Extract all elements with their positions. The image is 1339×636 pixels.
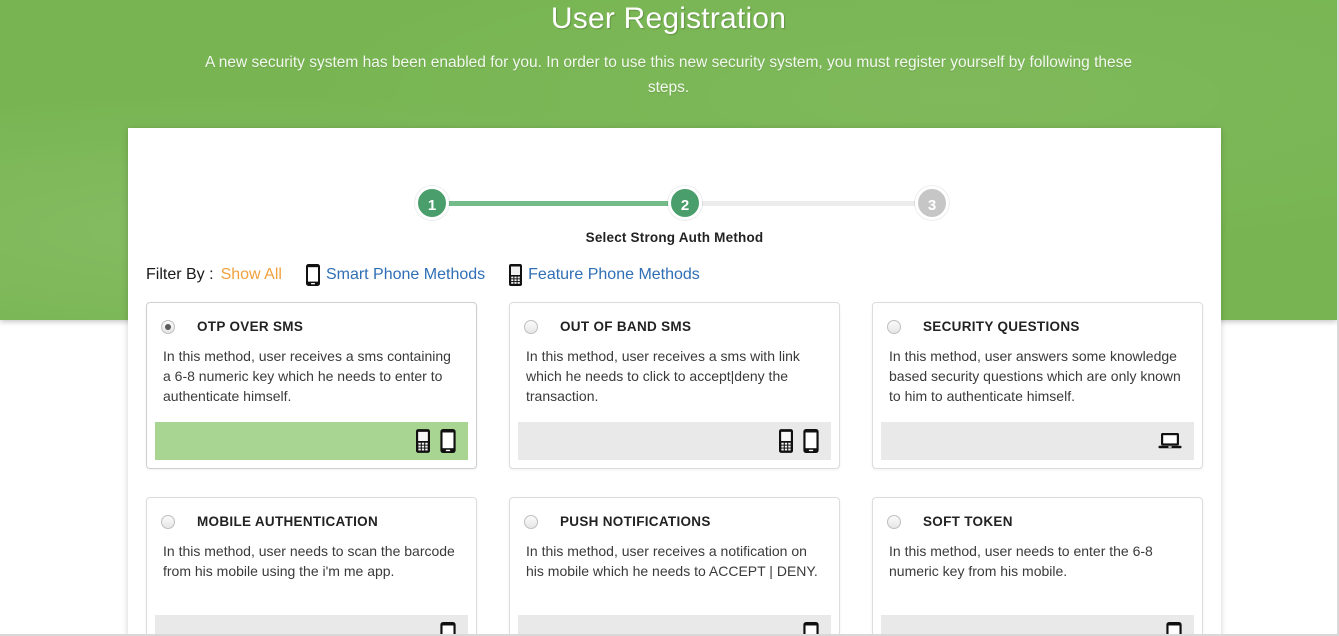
card-device-footer — [881, 422, 1194, 460]
card-header: OUT OF BAND SMS — [510, 303, 839, 336]
filter-feature-phone-label: Feature Phone Methods — [528, 266, 700, 283]
feature-phone-icon — [509, 264, 523, 286]
auth-method-card[interactable]: MOBILE AUTHENTICATION In this method, us… — [146, 497, 477, 634]
smartphone-icon — [803, 622, 819, 634]
auth-method-description: In this method, user receives a sms with… — [526, 348, 800, 404]
auth-method-description: In this method, user receives a sms cont… — [163, 348, 451, 404]
auth-method-radio[interactable] — [887, 514, 901, 529]
auth-method-card[interactable]: OUT OF BAND SMS In this method, user rec… — [509, 302, 840, 469]
stepper-caption: Select Strong Auth Method — [585, 230, 764, 245]
page-subtitle: A new security system has been enabled f… — [205, 54, 1132, 96]
auth-method-title: SOFT TOKEN — [923, 514, 1013, 529]
stepper-step-3[interactable]: 3 — [915, 186, 949, 220]
stepper-step-2[interactable]: 2 — [668, 186, 702, 220]
auth-method-title: MOBILE AUTHENTICATION — [197, 514, 379, 529]
filter-show-all-link[interactable]: Show All — [221, 266, 282, 284]
auth-method-title: SECURITY QUESTIONS — [923, 319, 1080, 334]
auth-method-title: PUSH NOTIFICATIONS — [560, 514, 711, 529]
card-header: PUSH NOTIFICATIONS — [510, 498, 839, 531]
auth-method-description: In this method, user receives a notifica… — [526, 543, 818, 579]
card-header: SECURITY QUESTIONS — [873, 303, 1202, 336]
page-title: User Registration — [550, 2, 787, 35]
auth-method-radio[interactable] — [887, 319, 901, 334]
filter-smart-phone-label: Smart Phone Methods — [325, 266, 486, 283]
auth-method-grid: OTP OVER SMS In this method, user receiv… — [128, 288, 1221, 634]
smartphone-icon — [440, 622, 456, 634]
feature-phone-icon — [416, 429, 430, 453]
stepper-track-progress — [432, 201, 685, 206]
auth-method-radio[interactable] — [524, 319, 538, 334]
card-device-footer — [518, 615, 831, 634]
auth-method-card[interactable]: PUSH NOTIFICATIONS In this method, user … — [509, 497, 840, 634]
smartphone-icon — [803, 429, 819, 453]
laptop-icon — [1158, 432, 1182, 450]
auth-method-description: In this method, user needs to enter the … — [889, 543, 1153, 579]
smartphone-icon — [1166, 622, 1182, 634]
registration-page: User Registration A new security system … — [0, 0, 1339, 636]
auth-method-description: In this method, user answers some knowle… — [889, 348, 1181, 404]
auth-method-card[interactable]: OTP OVER SMS In this method, user receiv… — [146, 302, 477, 469]
filter-feature-phone-link[interactable]: Feature Phone Methods — [509, 264, 700, 286]
auth-method-description: In this method, user needs to scan the b… — [163, 543, 455, 579]
card-device-footer — [881, 615, 1194, 634]
filter-smart-phone-link[interactable]: Smart Phone Methods — [305, 264, 486, 286]
auth-method-radio[interactable] — [524, 514, 538, 529]
card-device-footer — [518, 422, 831, 460]
filter-bar: Filter By : Show All Smart Phone Methods — [146, 262, 1221, 288]
card-header: OTP OVER SMS — [147, 303, 476, 336]
content-panel: 1 2 3 Select Strong Auth Method Filter B… — [128, 128, 1221, 634]
auth-method-card[interactable]: SECURITY QUESTIONS In this method, user … — [872, 302, 1203, 469]
auth-method-title: OTP OVER SMS — [197, 319, 304, 334]
auth-method-title: OUT OF BAND SMS — [560, 319, 692, 334]
auth-method-radio[interactable] — [161, 514, 175, 529]
smartphone-icon — [305, 264, 320, 286]
auth-method-card[interactable]: SOFT TOKEN In this method, user needs to… — [872, 497, 1203, 634]
feature-phone-icon — [779, 429, 793, 453]
stepper-step-1[interactable]: 1 — [415, 186, 449, 220]
card-header: MOBILE AUTHENTICATION — [147, 498, 476, 531]
card-header: SOFT TOKEN — [873, 498, 1202, 531]
card-device-footer — [155, 422, 468, 460]
card-device-footer — [155, 615, 468, 634]
auth-method-radio[interactable] — [161, 319, 175, 334]
filter-label: Filter By : — [146, 266, 214, 283]
smartphone-icon — [440, 429, 456, 453]
registration-stepper: 1 2 3 Select Strong Auth Method — [128, 154, 1221, 245]
